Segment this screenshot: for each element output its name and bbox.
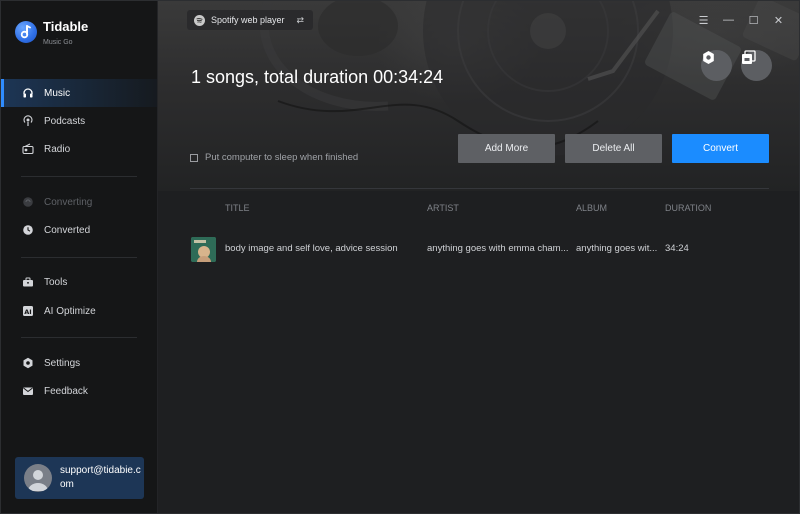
- table-header: TITLE ARTIST ALBUM DURATION: [158, 203, 799, 217]
- sidebar-item-settings[interactable]: Settings: [1, 349, 157, 377]
- account-card[interactable]: support@tidabie.com: [15, 457, 144, 499]
- sidebar-item-label: AI Optimize: [44, 305, 96, 317]
- sidebar-item-tools[interactable]: Tools: [1, 268, 157, 296]
- track-title: body image and self love, advice session: [225, 243, 398, 254]
- sidebar-item-label: Podcasts: [44, 115, 86, 127]
- toolbox-icon: [22, 276, 34, 288]
- main-panel: Spotify web player ⇄ ☰ — ☐ ✕ 1 songs, to…: [158, 1, 799, 513]
- convert-button[interactable]: Convert: [672, 134, 769, 163]
- tidable-logo-icon: [15, 21, 37, 43]
- brand: Tidable Music Go: [15, 17, 150, 53]
- sidebar-item-ai-optimize[interactable]: AI AI Optimize: [1, 297, 157, 325]
- page-title: 1 songs, total duration 00:34:24: [191, 67, 444, 87]
- sidebar-item-music[interactable]: Music: [1, 79, 157, 107]
- sidebar-item-label: Radio: [44, 143, 71, 155]
- gear-icon: [22, 357, 34, 369]
- sidebar-item-converted[interactable]: Converted: [1, 216, 157, 244]
- source-selector[interactable]: Spotify web player ⇄: [187, 10, 314, 30]
- sidebar-item-podcasts[interactable]: Podcasts: [1, 107, 157, 135]
- sidebar-divider: [21, 176, 137, 177]
- clock-icon: [22, 224, 34, 236]
- output-folder-button[interactable]: [741, 50, 772, 81]
- sidebar-item-converting[interactable]: Converting: [1, 188, 157, 216]
- track-artist: anything goes with emma cham...: [427, 243, 569, 254]
- column-header-duration[interactable]: DURATION: [665, 203, 735, 213]
- sidebar-item-label: Tools: [44, 276, 68, 288]
- account-email: support@tidabie.com: [60, 465, 141, 490]
- sidebar-item-feedback[interactable]: Feedback: [1, 377, 157, 405]
- avatar: [24, 464, 52, 492]
- table-row[interactable]: body image and self love, advice session…: [158, 235, 799, 263]
- sidebar-item-label: Converted: [44, 224, 91, 236]
- sidebar-divider: [21, 257, 137, 258]
- column-header-artist[interactable]: ARTIST: [427, 203, 557, 213]
- radio-icon: [22, 143, 34, 155]
- track-duration: 34:24: [665, 243, 689, 254]
- sidebar-item-radio[interactable]: Radio: [1, 135, 157, 163]
- sidebar-item-label: Converting: [44, 196, 93, 208]
- column-header-album[interactable]: ALBUM: [576, 203, 656, 213]
- spotify-icon: [194, 14, 205, 26]
- minimize-icon[interactable]: —: [716, 11, 741, 29]
- column-header-title[interactable]: TITLE: [225, 203, 405, 213]
- sidebar-item-label: Settings: [44, 357, 81, 369]
- sleep-checkbox[interactable]: [190, 153, 198, 162]
- track-album: anything goes wit...: [576, 243, 658, 254]
- album-art: [191, 237, 216, 262]
- app-window: Tidable Music Go Music Podcasts Radio Co…: [0, 0, 800, 514]
- mail-icon: [22, 385, 34, 397]
- ai-icon: AI: [22, 305, 34, 317]
- sidebar-item-label: Feedback: [44, 385, 88, 397]
- podcast-icon: [22, 115, 34, 127]
- app-name: Tidable: [43, 19, 89, 34]
- sleep-label: Put computer to sleep when finished: [205, 152, 359, 163]
- maximize-icon[interactable]: ☐: [741, 11, 766, 29]
- swap-icon[interactable]: ⇄: [297, 15, 305, 26]
- svg-text:AI: AI: [24, 308, 31, 316]
- sidebar-item-label: Music: [44, 87, 71, 99]
- sleep-option[interactable]: Put computer to sleep when finished: [190, 152, 358, 163]
- headphones-icon: [22, 87, 34, 99]
- close-icon[interactable]: ✕: [766, 11, 791, 29]
- content-divider: [190, 188, 769, 189]
- app-subtitle: Music Go: [43, 39, 73, 46]
- settings-button[interactable]: [701, 50, 732, 81]
- sidebar: Tidable Music Go Music Podcasts Radio Co…: [1, 1, 158, 513]
- add-more-button[interactable]: Add More: [458, 134, 555, 163]
- sidebar-divider: [21, 337, 137, 338]
- menu-icon[interactable]: ☰: [691, 11, 716, 29]
- converting-icon: [22, 196, 34, 208]
- delete-all-button[interactable]: Delete All: [565, 134, 662, 163]
- window-controls: ☰ — ☐ ✕: [691, 11, 791, 29]
- source-label: Spotify web player: [211, 15, 285, 25]
